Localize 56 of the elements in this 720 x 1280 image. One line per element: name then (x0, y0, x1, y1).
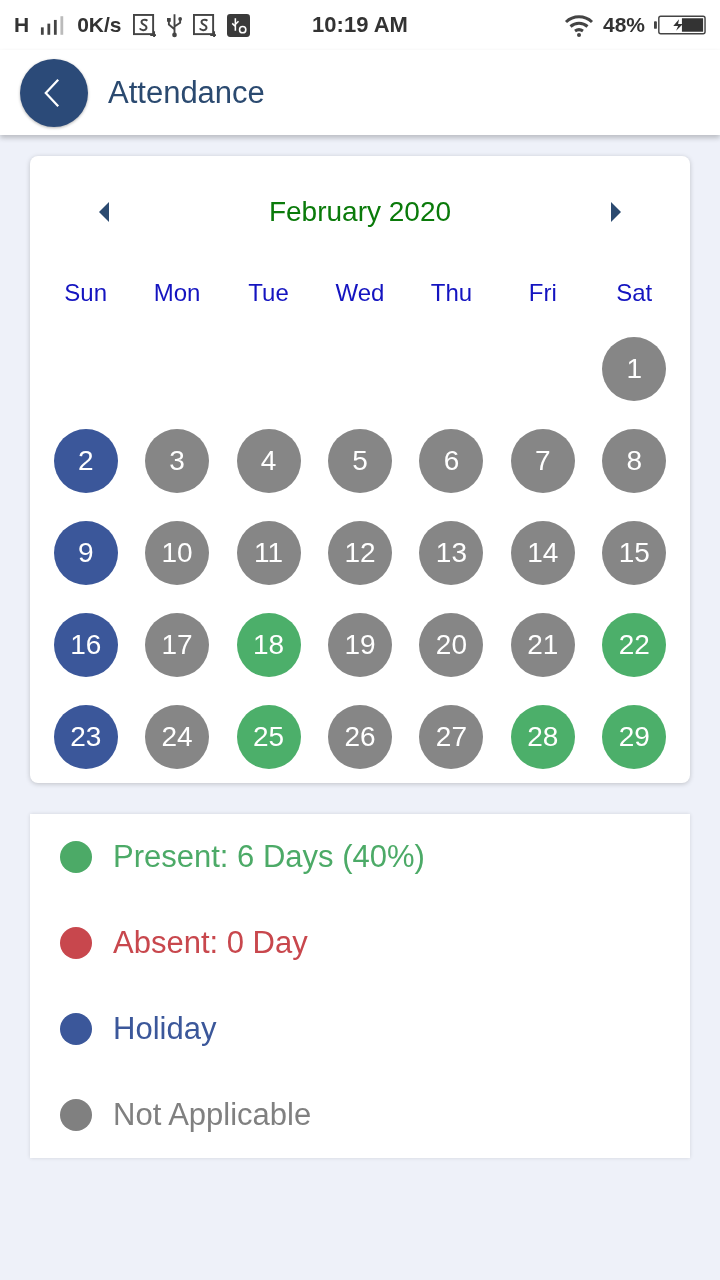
caret-right-icon (611, 202, 621, 222)
calendar-day[interactable]: 12 (328, 521, 392, 585)
calendar-day[interactable]: 9 (53, 521, 118, 585)
calendar-day[interactable]: 29 (602, 705, 667, 769)
weekday-label: Thu (430, 279, 473, 307)
legend-label: Holiday (113, 1011, 217, 1047)
page-title: Attendance (108, 74, 265, 111)
calendar-day[interactable]: 5 (328, 429, 392, 493)
weekday-label: Fri (528, 279, 557, 307)
calendar-day[interactable]: 24 (145, 705, 210, 769)
calendar-day[interactable]: 23 (53, 705, 118, 769)
wifi-icon (563, 13, 594, 37)
calendar-day[interactable]: 26 (328, 705, 392, 769)
calendar-day[interactable]: 27 (419, 705, 484, 769)
calendar-day[interactable]: 3 (145, 429, 210, 493)
legend-label: Present: 6 Days (40%) (113, 839, 425, 875)
calendar-day[interactable]: 7 (510, 429, 575, 493)
usb-icon (166, 12, 182, 38)
caret-left-icon (99, 202, 109, 222)
network-speed: 0K/s (77, 13, 122, 37)
calendar-day[interactable]: 2 (53, 429, 118, 493)
battery-icon (654, 15, 706, 35)
legend-label: Absent: 0 Day (113, 925, 308, 961)
weekday-label: Mon (153, 279, 201, 307)
legend-label: Not Applicable (113, 1097, 312, 1133)
calendar-day[interactable]: 22 (602, 613, 667, 677)
chevron-left-icon (44, 76, 60, 109)
weekday-label: Tue (248, 279, 289, 307)
weekday-label: Sat (616, 279, 653, 307)
calendar-day[interactable]: 8 (602, 429, 667, 493)
weekday-label: Wed (335, 279, 385, 307)
calendar-day[interactable]: 21 (510, 613, 575, 677)
calendar-day[interactable]: 19 (328, 613, 392, 677)
notification-icon (132, 13, 156, 37)
usb-settings-icon (226, 13, 250, 37)
calendar-day[interactable]: 14 (510, 521, 575, 585)
calendar-day[interactable]: 11 (236, 521, 301, 585)
calendar-day[interactable]: 6 (419, 429, 484, 493)
calendar-day[interactable]: 28 (510, 705, 575, 769)
weekday-label: Sun (64, 279, 108, 307)
month-title: February 2020 (267, 196, 453, 228)
back-button[interactable] (20, 58, 88, 127)
calendar-day[interactable]: 16 (53, 613, 118, 677)
calendar-day[interactable]: 17 (145, 613, 210, 677)
calendar-day[interactable]: 13 (419, 521, 484, 585)
calendar-day[interactable]: 10 (145, 521, 210, 585)
clock-time: 10:19 AM (312, 12, 408, 38)
notification-icon (192, 13, 216, 37)
calendar-day[interactable]: 20 (419, 613, 484, 677)
calendar-day[interactable]: 4 (236, 429, 301, 493)
calendar-day[interactable]: 1 (602, 337, 667, 401)
calendar-day[interactable]: 15 (602, 521, 667, 585)
calendar-day[interactable]: 18 (236, 613, 301, 677)
battery-percent: 48% (602, 13, 645, 37)
network-type: H (14, 13, 30, 37)
calendar-day[interactable]: 25 (236, 705, 301, 769)
